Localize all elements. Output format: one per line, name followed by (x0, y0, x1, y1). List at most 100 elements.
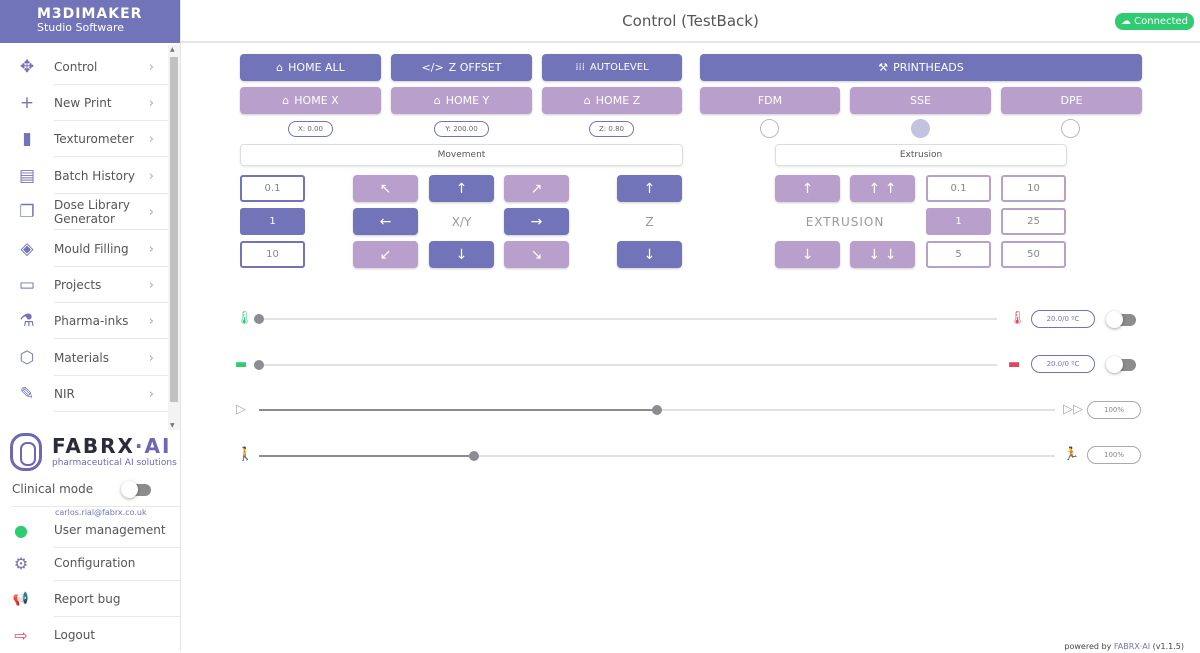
connection-status-badge: ☁ Connected (1114, 13, 1194, 30)
move-up-right-button[interactable]: ↗ (504, 175, 569, 202)
fdm-radio[interactable] (760, 119, 779, 138)
z-offset-button[interactable]: </> Z OFFSET (391, 54, 532, 81)
move-down-right-button[interactable]: ↘ (504, 241, 569, 268)
extruder-temp-slider[interactable] (259, 318, 997, 320)
bed-temp-readout: 20.0/0 ºC (1031, 355, 1095, 373)
copy-files-icon: ❐ (19, 202, 35, 222)
arrow-right-icon: → (530, 213, 543, 230)
speed-slider-thumb[interactable] (652, 405, 662, 415)
home-x-button[interactable]: ⌂ HOME X (240, 87, 381, 114)
flask-icon: ⚗ (19, 311, 35, 331)
sidebar-item-new-print[interactable]: + New Print › (0, 85, 168, 121)
footer-brand-link[interactable]: FABRX·AI (1114, 642, 1150, 651)
report-bug-item[interactable]: 📢 Report bug (0, 581, 180, 617)
extrusion-step-1-button[interactable]: 1 (926, 208, 991, 235)
extrusion-step-0-1-button[interactable]: 0.1 (926, 175, 991, 202)
sidebar-item-texturometer[interactable]: ▮ Texturometer › (0, 121, 168, 157)
sidebar-item-batch-history[interactable]: ▤ Batch History › (0, 158, 168, 194)
bed-temp-slider[interactable] (259, 364, 997, 366)
sidebar-item-mould-filling[interactable]: ◈ Mould Filling › (0, 231, 168, 267)
flashlight-icon: ✎ (19, 384, 35, 404)
step-10-button[interactable]: 10 (240, 241, 305, 268)
plus-icon: + (19, 93, 35, 113)
scroll-down-icon[interactable]: ▼ (170, 422, 175, 429)
home-all-button[interactable]: ⌂ HOME ALL (240, 54, 381, 81)
step-0-1-button[interactable]: 0.1 (240, 175, 305, 202)
home-y-button[interactable]: ⌂ HOME Y (391, 87, 532, 114)
app-logo: M3DIMAKER Studio Software (0, 0, 180, 43)
chevron-right-icon: › (148, 131, 154, 147)
extrude-up-fast-button[interactable]: ↑ ↑ (850, 175, 915, 202)
home-icon: ⌂ (276, 61, 284, 74)
move-x-minus-button[interactable]: ← (353, 208, 418, 235)
printheads-button[interactable]: ⚒ PRINTHEADS (700, 54, 1142, 81)
sse-button[interactable]: SSE (850, 87, 991, 114)
user-icon: ● (14, 520, 28, 540)
fdm-button[interactable]: FDM (700, 87, 840, 114)
movement-section-header: Movement (240, 144, 683, 166)
paint-bucket-icon: ◈ (20, 239, 34, 259)
chevron-right-icon: › (148, 386, 154, 402)
step-1-button[interactable]: 1 (240, 208, 305, 235)
flow-readout: 100% (1087, 446, 1141, 464)
bed-hot-icon: ▬ (1008, 357, 1021, 372)
extrusion-step-50-button[interactable]: 50 (1001, 241, 1066, 268)
scrollbar-thumb[interactable] (170, 57, 178, 402)
move-z-down-button[interactable]: ↓ (617, 241, 682, 268)
extruder-temp-readout: 20.0/0 ºC (1031, 310, 1095, 328)
bed-temp-slider-thumb[interactable] (254, 360, 264, 370)
footer: powered by FABRX·AI (v1.1.5) (1064, 642, 1184, 651)
extrude-down-fast-button[interactable]: ↓ ↓ (850, 241, 915, 268)
gear-icon: ⚙ (13, 553, 29, 573)
home-outline-icon: ⌂ (583, 94, 591, 107)
arrow-up-left-icon: ↖ (379, 180, 392, 197)
dpe-radio[interactable] (1061, 119, 1080, 138)
arrow-down-icon: ↓ (801, 246, 814, 263)
bed-heater-toggle[interactable] (1106, 356, 1136, 373)
flow-slider-thumb[interactable] (468, 451, 479, 461)
chevron-right-icon: › (148, 277, 154, 293)
dpe-button[interactable]: DPE (1001, 87, 1142, 114)
extruder-temp-slider-thumb[interactable] (254, 314, 264, 324)
sse-radio[interactable] (911, 119, 930, 138)
extrusion-step-10-button[interactable]: 10 (1001, 175, 1066, 202)
chevron-right-icon: › (148, 168, 154, 184)
scroll-up-icon[interactable]: ▲ (170, 46, 175, 53)
sidebar-item-dose-library-generator[interactable]: ❐ Dose Library Generator › (0, 194, 168, 230)
logout-item[interactable]: ⇨ Logout (0, 617, 180, 653)
chevron-right-icon: › (148, 59, 154, 75)
double-arrow-up-icon: ↑ ↑ (868, 180, 897, 197)
move-up-left-button[interactable]: ↖ (353, 175, 418, 202)
configuration-item[interactable]: ⚙ Configuration (0, 545, 180, 581)
arrow-left-icon: ← (379, 213, 392, 230)
move-down-left-button[interactable]: ↙ (353, 241, 418, 268)
move-y-minus-button[interactable]: ↓ (429, 241, 494, 268)
sidebar-item-nir[interactable]: ✎ NIR › (0, 376, 168, 412)
user-management-item[interactable]: ● User management (0, 512, 180, 548)
move-z-up-button[interactable]: ↑ (617, 175, 682, 202)
sidebar-item-materials[interactable]: ⬡ Materials › (0, 340, 168, 376)
sidebar-item-pharma-inks[interactable]: ⚗ Pharma-inks › (0, 303, 168, 339)
autolevel-button[interactable]: ⁞⁞⁞ AUTOLEVEL (542, 54, 682, 81)
speed-slider-fill (259, 409, 657, 411)
extrusion-step-5-button[interactable]: 5 (926, 241, 991, 268)
move-y-plus-button[interactable]: ↑ (429, 175, 494, 202)
extrude-up-button[interactable]: ↑ (775, 175, 840, 202)
x-position-readout: X: 0.00 (288, 121, 333, 137)
home-z-button[interactable]: ⌂ HOME Z (542, 87, 682, 114)
clinical-mode-toggle[interactable] (121, 481, 151, 498)
sidebar-item-projects[interactable]: ▭ Projects › (0, 267, 168, 303)
arrow-down-left-icon: ↙ (379, 246, 392, 263)
arrow-up-right-icon: ↗ (530, 180, 543, 197)
extrusion-step-25-button[interactable]: 25 (1001, 208, 1066, 235)
extrude-down-button[interactable]: ↓ (775, 241, 840, 268)
extruder-heater-toggle[interactable] (1106, 311, 1136, 328)
chevron-right-icon: › (148, 95, 154, 111)
play-icon: ▷ (236, 402, 246, 417)
sidebar-scrollbar[interactable]: ▲ ▼ (168, 45, 180, 430)
chevron-right-icon: › (148, 313, 154, 329)
sidebar-item-control[interactable]: ✥ Control › (0, 49, 168, 85)
move-x-plus-button[interactable]: → (504, 208, 569, 235)
arrow-up-icon: ↑ (643, 180, 656, 197)
folder-icon: ▭ (18, 275, 36, 295)
